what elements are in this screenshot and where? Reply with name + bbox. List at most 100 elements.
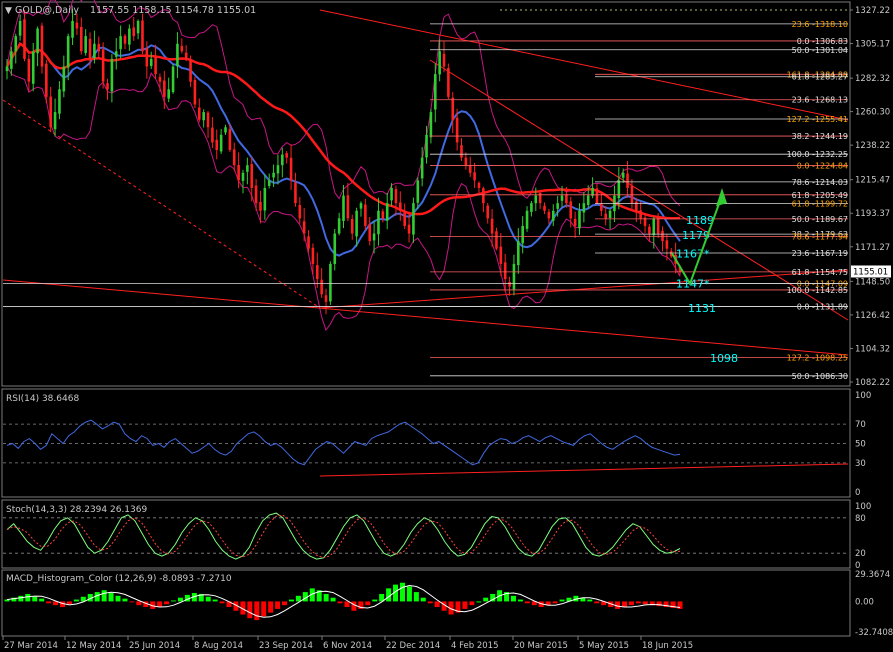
candle-body (626, 173, 629, 188)
price-y-tick-label: 1171.27 (855, 243, 890, 253)
macd-histogram-bar (427, 601, 433, 604)
candle-body (600, 203, 603, 211)
candle-body (154, 57, 157, 75)
candle-body (538, 192, 542, 204)
price-target-label: 1098 (710, 352, 738, 365)
rsi-title: RSI(14) 38.6468 (6, 394, 79, 404)
candle-body (359, 203, 363, 209)
macd-histogram-bar (420, 597, 426, 602)
candle-body (315, 265, 319, 280)
candle-body (106, 83, 109, 90)
macd-histogram-bar (254, 601, 260, 621)
candle-body (407, 224, 411, 234)
candle-body (163, 80, 166, 97)
candle-body (495, 231, 498, 249)
fibonacci-level-label: 100.0 -1142.85 (787, 286, 848, 295)
macd-histogram-bar (46, 601, 52, 604)
candle-body (547, 211, 551, 219)
macd-histogram-bar (122, 598, 128, 602)
candle-body (167, 89, 170, 99)
candle-body (337, 218, 341, 234)
candle-body (79, 26, 83, 52)
candle-body (604, 213, 608, 219)
macd-histogram-bar (247, 601, 253, 619)
candle-body (517, 241, 520, 266)
stoch-y-tick-label: 80 (855, 514, 866, 524)
price-y-tick-label: 1282.32 (855, 74, 890, 84)
candle-body (534, 195, 538, 204)
candle-body (425, 134, 428, 158)
candle-body (250, 164, 254, 188)
candle-body (149, 58, 153, 66)
price-y-tick-label: 1238.22 (855, 141, 890, 151)
candle-body (158, 76, 162, 82)
candle-body (132, 27, 136, 37)
candle-body (364, 204, 367, 226)
candle-body (617, 180, 621, 199)
x-axis-date-label: 8 Aug 2014 (194, 641, 243, 651)
candle-body (27, 58, 31, 82)
candle-body (40, 25, 44, 67)
x-axis-date-label: 20 Mar 2015 (514, 641, 568, 651)
price-y-tick-label: 1260.30 (855, 108, 890, 118)
candle-body (97, 44, 101, 52)
macd-histogram-bar (25, 593, 31, 602)
candle-body (5, 66, 9, 72)
macd-histogram-bar (268, 601, 274, 613)
candle-body (123, 35, 127, 44)
chart-ohlc: 1157.55 1158.15 1154.78 1155.01 (90, 5, 256, 16)
fibonacci-level-label: 0.0 -1131.89 (797, 303, 848, 312)
candle-body (551, 210, 555, 221)
macd-histogram-bar (330, 597, 336, 602)
macd-histogram-bar (621, 601, 627, 608)
candle-body (329, 263, 332, 302)
candle-body (180, 45, 184, 52)
candle-body (586, 195, 590, 205)
candle-body (556, 203, 559, 209)
trading-chart: 23.6 -1318.100.0 -1306.8350.0 -1301.0416… (0, 0, 893, 652)
fibonacci-level-label: 61.8 -1283.27 (792, 73, 848, 82)
x-axis-date-label: 22 Dec 2014 (386, 641, 440, 651)
macd-histogram-bar (642, 601, 648, 605)
price-y-tick-label: 1327.22 (855, 6, 890, 16)
x-axis-date-label: 25 Jun 2014 (129, 641, 180, 651)
candle-body (171, 66, 175, 93)
candle-body (665, 240, 669, 249)
macd-histogram-bar (351, 601, 357, 611)
fibonacci-level-label: 78.6 -1177.94 (792, 233, 848, 242)
price-y-tick-label: 1215.47 (855, 176, 890, 186)
candle-body (241, 172, 245, 181)
macd-histogram-bar (552, 601, 558, 604)
candle-body (136, 20, 140, 34)
candle-body (14, 36, 18, 52)
candle-body (416, 180, 420, 203)
rsi-y-tick-label: 30 (855, 459, 866, 469)
candle-body (412, 203, 415, 235)
candle-body (565, 194, 568, 204)
candle-body (215, 139, 219, 151)
candle-body (206, 112, 210, 128)
rsi-y-tick-label: 70 (855, 420, 866, 430)
fibonacci-level-label: 127.2 -1255.41 (787, 115, 848, 124)
price-y-tick-label: 1082.22 (855, 378, 890, 388)
candle-body (285, 153, 288, 158)
candle-body (311, 247, 315, 264)
candle-body (232, 149, 236, 166)
candle-body (403, 212, 406, 226)
candle-body (508, 282, 511, 287)
candle-body (346, 195, 350, 219)
candle-body (595, 188, 599, 204)
candle-body (486, 205, 490, 219)
macd-histogram-bar (177, 597, 183, 602)
macd-histogram-bar (136, 601, 142, 606)
candle-body (145, 48, 149, 67)
candle-body (477, 182, 481, 188)
fibonacci-level-label: 50.0 -1086.30 (792, 372, 848, 381)
candle-body (93, 43, 96, 59)
candle-body (355, 210, 358, 237)
candle-body (110, 58, 114, 92)
macd-histogram-bar (344, 601, 350, 608)
candle-body (45, 63, 48, 97)
candle-body (219, 134, 223, 152)
x-axis-date-label: 6 Nov 2014 (323, 641, 372, 651)
